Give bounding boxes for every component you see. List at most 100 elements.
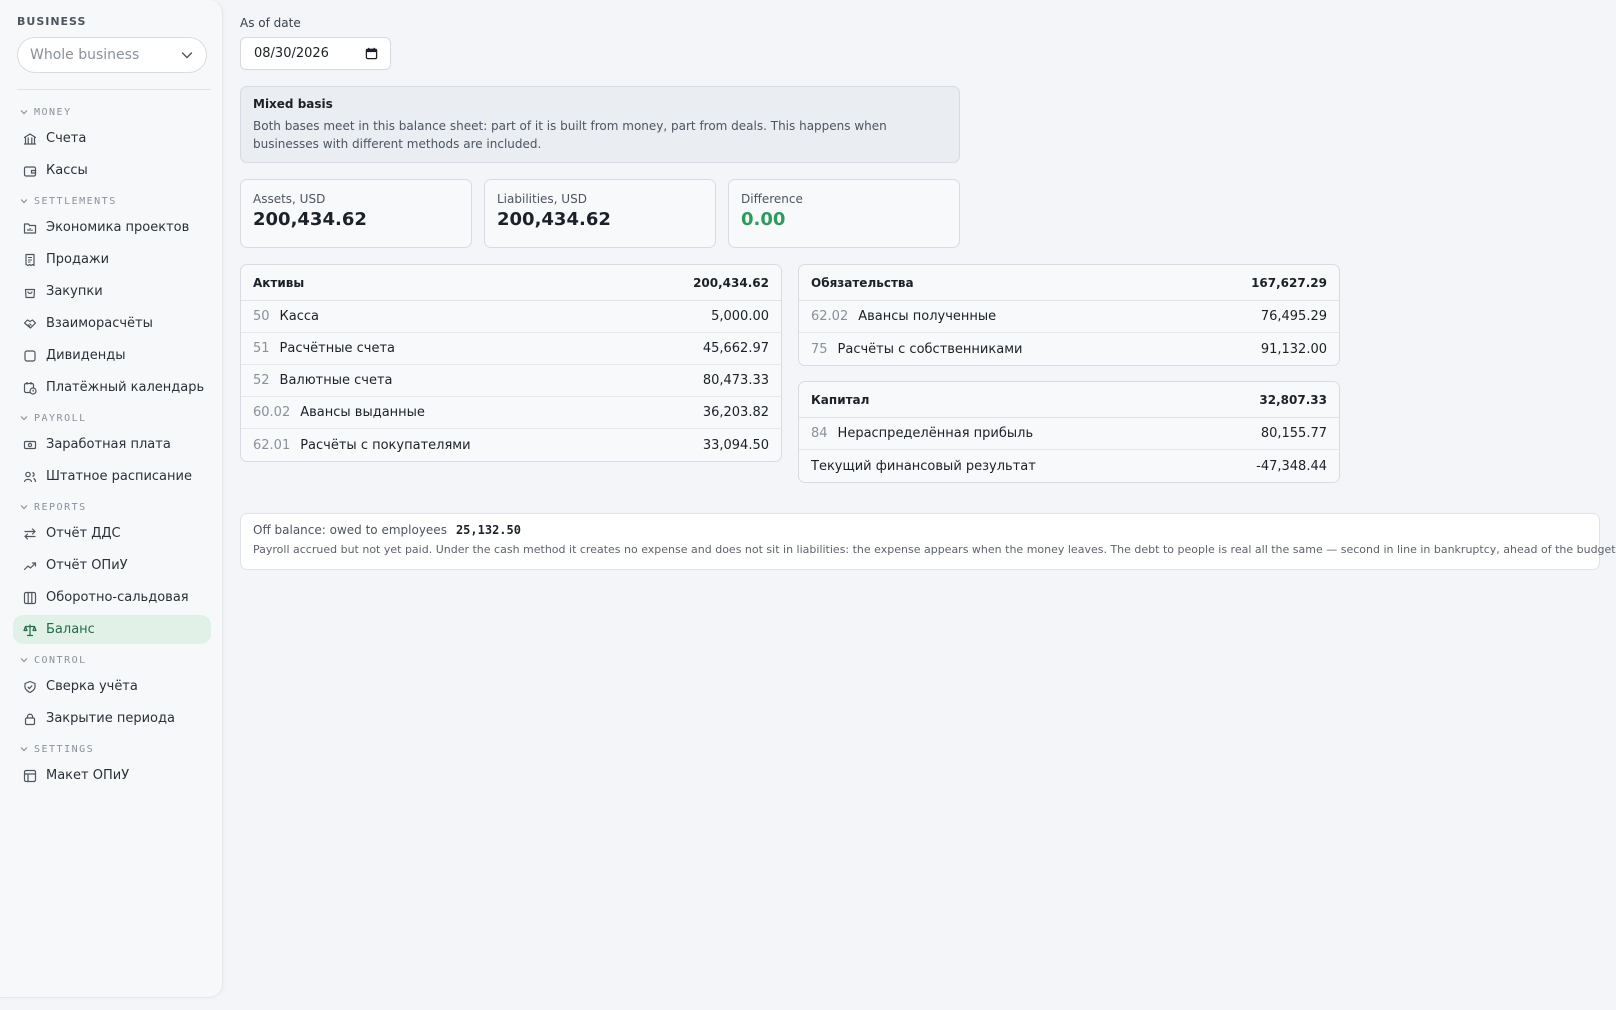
calendar-icon[interactable] — [365, 47, 378, 60]
sidebar-item-label: Штатное расписание — [46, 469, 192, 484]
sidebar-item-label: Сверка учёта — [46, 679, 138, 694]
section-settings[interactable]: SETTINGS — [13, 737, 211, 761]
sidebar-item-label: Продажи — [46, 252, 110, 267]
panel-title: Активы — [253, 275, 305, 290]
columns-icon — [23, 591, 37, 604]
stat-label: Liabilities, USD — [497, 192, 587, 206]
scale-icon — [23, 624, 37, 636]
sidebar-item[interactable]: Кассы — [13, 156, 211, 185]
account-code: 60.02 — [253, 405, 291, 420]
stat-label: Difference — [741, 192, 803, 206]
off-balance-amount: 25,132.50 — [455, 523, 521, 537]
account-name: Валютные счета — [279, 373, 393, 388]
equity-rows: 84 Нераспределённая прибыль 80,155.77 Текущ… — [799, 418, 1339, 482]
sidebar-item[interactable]: Дивиденды — [13, 341, 211, 370]
account-name: Расчётные счета — [279, 341, 396, 356]
sidebar-item-label: Закрытие периода — [46, 711, 175, 726]
section-title: REPORTS — [34, 501, 87, 513]
sidebar-item[interactable]: Баланс — [13, 615, 211, 644]
section-title: MONEY — [34, 106, 72, 118]
account-code: 75 — [811, 341, 828, 357]
account-row: 62.02 Авансы полученные 76,495.29 — [799, 301, 1339, 333]
stat-label: Assets, USD — [253, 192, 326, 206]
account-label: 75 Расчёты с собственниками — [811, 342, 1022, 357]
equity-panel: Капитал 32,807.33 84 Нераспределённая при… — [798, 381, 1340, 483]
account-label: 62.02 Авансы полученные — [811, 309, 996, 324]
sidebar-item[interactable]: Счета — [13, 124, 211, 153]
sidebar-item[interactable]: Штатное расписание — [13, 462, 211, 491]
sidebar: BUSINESS Whole business MONEY Счета Кассы S… — [0, 0, 223, 998]
chevron-down-icon — [20, 199, 28, 204]
sidebar-item-label: Закупки — [46, 284, 103, 299]
account-code: 50 — [253, 309, 270, 324]
account-code: 84 — [811, 426, 828, 441]
bank-icon — [23, 132, 37, 145]
users-icon — [23, 471, 37, 482]
account-value: 36,203.82 — [702, 405, 769, 420]
sidebar-item[interactable]: Отчёт ОПиУ — [13, 551, 211, 580]
section-settlements[interactable]: SETTLEMENTS — [13, 189, 211, 213]
shopping-bag-icon — [24, 288, 36, 298]
account-row: 50 Касса 5,000.00 — [241, 301, 781, 333]
account-value: 5,000.00 — [711, 309, 769, 324]
liabilities-panel: Обязательства 167,627.29 62.02 Авансы пол… — [798, 264, 1340, 366]
sidebar-item-label: Отчёт ДДС — [46, 526, 121, 541]
sidebar-item-label: Кассы — [46, 163, 88, 178]
sidebar-divider — [17, 89, 211, 90]
account-code: 52 — [253, 373, 270, 388]
date-input[interactable]: 08/30/2026 — [240, 37, 391, 70]
business-select[interactable]: Whole business — [17, 37, 207, 73]
arrows-left-right-icon — [24, 527, 36, 540]
account-value: 80,155.77 — [1260, 426, 1327, 441]
notice-body: Both bases meet in this balance sheet: p… — [253, 119, 887, 151]
section-payroll[interactable]: PAYROLL — [13, 406, 211, 430]
sidebar-item[interactable]: Оборотно-сальдовая — [13, 583, 211, 612]
sidebar-item[interactable]: Макет ОПиУ — [13, 761, 211, 790]
chevron-down-icon — [181, 52, 193, 59]
section-control[interactable]: CONTROL — [13, 648, 211, 672]
sidebar-item-label: Счета — [46, 131, 87, 146]
lock-icon — [24, 713, 36, 725]
sidebar-item[interactable]: Продажи — [13, 245, 211, 274]
chevron-down-icon — [20, 110, 28, 115]
sidebar-item[interactable]: Заработная плата — [13, 430, 211, 459]
sidebar-item-label: Баланс — [46, 622, 95, 637]
sidebar-item[interactable]: Экономика проектов — [13, 213, 211, 242]
account-value: -47,348.44 — [1256, 458, 1327, 474]
section-title: CONTROL — [34, 654, 87, 666]
sidebar-item-label: Платёжный календарь — [46, 380, 205, 395]
sidebar-item[interactable]: Взаиморасчёты — [13, 309, 211, 338]
chevron-down-icon — [20, 505, 28, 510]
account-label: 51 Расчётные счета — [253, 341, 395, 356]
handshake-icon — [23, 318, 37, 329]
account-name: Авансы полученные — [858, 309, 997, 324]
section-money[interactable]: MONEY — [13, 100, 211, 124]
sidebar-item[interactable]: Закрытие периода — [13, 704, 211, 733]
folder-chart-icon — [23, 222, 37, 234]
wallet-icon — [23, 165, 37, 177]
sidebar-item[interactable]: Закупки — [13, 277, 211, 306]
account-name: Касса — [279, 309, 320, 324]
account-row: 62.01 Расчёты с покупателями 33,094.50 — [241, 429, 781, 461]
sidebar-item[interactable]: Отчёт ДДС — [13, 519, 211, 548]
account-name: Авансы выданные — [300, 405, 425, 420]
account-row: 52 Валютные счета 80,473.33 — [241, 365, 781, 397]
liabilities-stat-card: Liabilities, USD 200,434.62 — [484, 179, 716, 248]
off-balance-description: Payroll accrued but not yet paid. Under … — [253, 543, 1616, 556]
square-icon — [24, 349, 36, 362]
sidebar-item-label: Заработная плата — [46, 437, 171, 452]
section-reports[interactable]: REPORTS — [13, 495, 211, 519]
sidebar-item[interactable]: Платёжный календарь — [13, 373, 211, 402]
account-name: Нераспределённая прибыль — [837, 426, 1034, 441]
account-name: Расчёты с покупателями — [300, 437, 471, 453]
account-value: 91,132.00 — [1260, 341, 1327, 357]
table-icon — [23, 769, 37, 782]
liabilities-rows: 62.02 Авансы полученные 76,495.29 75 Расчёты… — [799, 301, 1339, 365]
chevron-down-icon — [20, 747, 28, 752]
sidebar-item[interactable]: Сверка учёта — [13, 672, 211, 701]
trend-up-icon — [23, 561, 37, 570]
calendar-clock-icon — [23, 381, 37, 395]
panel-header: Капитал 32,807.33 — [799, 382, 1339, 418]
account-value: 76,495.29 — [1260, 309, 1327, 324]
account-label: 52 Валютные счета — [253, 373, 393, 388]
